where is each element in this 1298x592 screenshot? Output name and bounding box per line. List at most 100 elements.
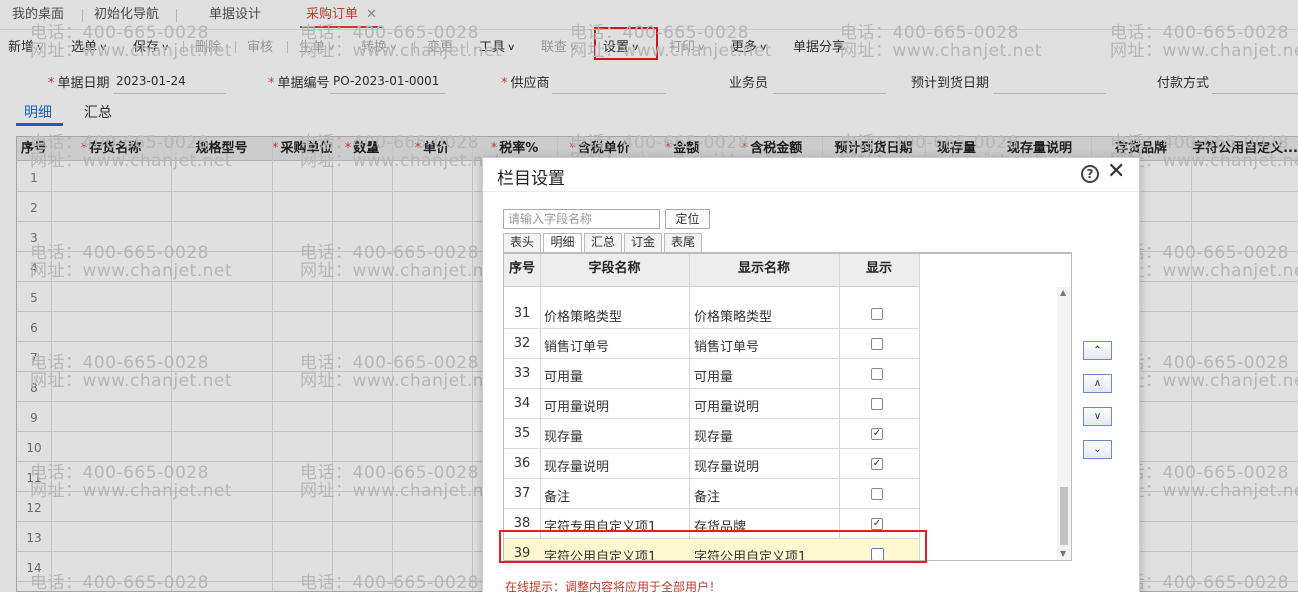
required-mark: * bbox=[268, 76, 275, 91]
tools-button[interactable]: 工具 ∨ bbox=[479, 36, 516, 55]
config-row[interactable]: 32 销售订单号 销售订单号 bbox=[504, 329, 919, 359]
save-label: 保存 bbox=[133, 40, 160, 55]
show-checkbox[interactable]: ✓ bbox=[871, 458, 883, 470]
col-item-name[interactable]: * 存货名称 bbox=[51, 137, 171, 161]
save-button[interactable]: 保存 ∨ bbox=[133, 36, 170, 55]
doc-no-field[interactable]: PO-2023-01-0001 bbox=[333, 74, 439, 88]
supplier-field[interactable] bbox=[552, 93, 666, 94]
settings-highlight-box bbox=[594, 27, 658, 60]
dialog-tab-header[interactable]: 表头 bbox=[503, 233, 541, 252]
dialog-tab-footer[interactable]: 表尾 bbox=[664, 233, 702, 252]
dialog-title: 栏目设置 bbox=[497, 169, 565, 189]
config-row[interactable]: 34 可用量说明 可用量说明 bbox=[504, 389, 919, 419]
row-display-name[interactable]: 价格策略类型 bbox=[694, 306, 772, 325]
required-mark: * bbox=[80, 141, 88, 156]
col-custom-public[interactable]: 字符公用自定义... bbox=[1191, 137, 1298, 161]
row-number: 6 bbox=[30, 321, 38, 335]
row-display-name[interactable]: 现存量 bbox=[694, 426, 733, 445]
move-up-button[interactable]: ∧ bbox=[1083, 374, 1112, 393]
col-unit-label: 采购单位 bbox=[280, 141, 333, 156]
move-down-button[interactable]: ∨ bbox=[1083, 407, 1112, 426]
show-checkbox[interactable]: ✓ bbox=[871, 428, 883, 440]
query-button[interactable]: 联查 ∨ bbox=[541, 36, 578, 55]
date-field-underline bbox=[113, 93, 226, 94]
pick-button[interactable]: 选单 ∨ bbox=[71, 36, 108, 55]
col-price-label: 单价 bbox=[423, 141, 450, 156]
col-seq[interactable]: 序号 bbox=[17, 137, 51, 161]
share-button[interactable]: 单据分享 bbox=[793, 36, 845, 55]
row-display-name[interactable]: 销售订单号 bbox=[694, 336, 759, 355]
move-bottom-button[interactable]: ⌄ bbox=[1083, 440, 1112, 459]
col-tax-rate-label: 税率% bbox=[499, 141, 539, 156]
tab-divider bbox=[176, 9, 177, 22]
clerk-field[interactable] bbox=[773, 93, 886, 94]
header-field-name: 字段名称 bbox=[588, 261, 641, 276]
dialog-tab-deposit[interactable]: 订金 bbox=[624, 233, 662, 252]
close-icon[interactable]: ✕ bbox=[1107, 160, 1125, 184]
tab-purchase-order[interactable]: 采购订单 ✕ bbox=[300, 6, 383, 28]
required-mark: * bbox=[501, 76, 508, 91]
config-row[interactable]: 33 可用量 可用量 bbox=[504, 359, 919, 389]
config-row[interactable]: 31 价格策略类型 价格策略类型 bbox=[504, 299, 919, 329]
config-row[interactable]: 35 现存量 现存量 ✓ bbox=[504, 419, 919, 449]
more-button[interactable]: 更多 ∨ bbox=[731, 36, 768, 55]
row-number: 12 bbox=[26, 501, 42, 515]
dialog-tab-summary[interactable]: 汇总 bbox=[584, 233, 622, 252]
move-down-icon: ∨ bbox=[1093, 411, 1102, 422]
audit-button[interactable]: 审核 bbox=[247, 36, 273, 55]
vertical-scrollbar[interactable]: ▲ ▼ bbox=[1057, 287, 1071, 560]
row-number: 11 bbox=[26, 471, 42, 485]
print-button[interactable]: 打印 ∨ bbox=[669, 36, 706, 55]
col-unit[interactable]: * 采购单位 bbox=[272, 137, 332, 161]
tab-doc-design[interactable]: 单据设计 bbox=[209, 6, 261, 28]
show-checkbox[interactable] bbox=[871, 308, 883, 320]
convert-button[interactable]: 转换 ∨ bbox=[361, 36, 398, 55]
scrollbar-thumb[interactable] bbox=[1060, 487, 1068, 545]
row-display-name[interactable]: 可用量说明 bbox=[694, 396, 759, 415]
tab-init-nav[interactable]: 初始化导航 bbox=[94, 6, 159, 28]
new-button[interactable]: 新增 ∨ bbox=[8, 36, 45, 55]
config-row[interactable]: 36 现存量说明 现存量说明 ✓ bbox=[504, 449, 919, 479]
delete-button[interactable]: 删除 bbox=[195, 36, 221, 55]
scroll-down-icon[interactable]: ▼ bbox=[1060, 549, 1066, 558]
toolbar-divider bbox=[183, 41, 184, 53]
payment-label: 付款方式 bbox=[1157, 76, 1210, 91]
row-display-name[interactable]: 备注 bbox=[694, 486, 720, 505]
show-checkbox[interactable] bbox=[871, 368, 883, 380]
col-quantity[interactable]: * 数量 bbox=[332, 137, 392, 161]
change-button[interactable]: 变更 bbox=[427, 36, 453, 55]
grid-column-divider bbox=[1191, 137, 1192, 591]
locate-button[interactable]: 定位 bbox=[665, 209, 710, 229]
row-display-name[interactable]: 现存量说明 bbox=[694, 456, 759, 475]
field-search-input[interactable]: 请输入字段名称 bbox=[503, 209, 660, 229]
row-number: 4 bbox=[30, 261, 38, 275]
payment-field[interactable] bbox=[1212, 93, 1298, 94]
row-seq: 35 bbox=[513, 426, 531, 441]
tab-my-desktop[interactable]: 我的桌面 bbox=[12, 6, 64, 28]
column-divider bbox=[919, 254, 920, 560]
tab-summary[interactable]: 汇总 bbox=[84, 102, 112, 122]
config-row[interactable]: 37 备注 备注 bbox=[504, 479, 919, 509]
grid-column-divider bbox=[472, 137, 473, 591]
row-field-name: 可用量说明 bbox=[544, 400, 610, 415]
col-spec[interactable]: 规格型号 bbox=[171, 137, 272, 161]
chevron-down-icon: ∨ bbox=[161, 43, 170, 53]
show-checkbox[interactable] bbox=[871, 338, 883, 350]
grid-column-divider bbox=[392, 137, 393, 591]
col-price[interactable]: * 单价 bbox=[392, 137, 472, 161]
show-checkbox[interactable] bbox=[871, 398, 883, 410]
show-checkbox[interactable]: ✓ bbox=[871, 518, 883, 530]
chevron-down-icon: ∨ bbox=[697, 43, 706, 53]
arrival-date-field[interactable] bbox=[993, 93, 1106, 94]
close-tab-icon[interactable]: ✕ bbox=[366, 7, 377, 22]
row-field-name: 价格策略类型 bbox=[544, 310, 623, 325]
dialog-tab-detail[interactable]: 明细 bbox=[543, 233, 582, 253]
tab-detail[interactable]: 明细 bbox=[24, 102, 52, 122]
show-checkbox[interactable] bbox=[871, 488, 883, 500]
scroll-up-icon[interactable]: ▲ bbox=[1060, 288, 1066, 297]
generate-button[interactable]: 生单 ∨ bbox=[299, 36, 336, 55]
help-icon[interactable]: ? bbox=[1081, 165, 1099, 183]
row-display-name[interactable]: 可用量 bbox=[694, 366, 733, 385]
date-field[interactable]: 2023-01-24 bbox=[116, 74, 186, 88]
move-top-button[interactable]: ⌃ bbox=[1083, 341, 1112, 360]
